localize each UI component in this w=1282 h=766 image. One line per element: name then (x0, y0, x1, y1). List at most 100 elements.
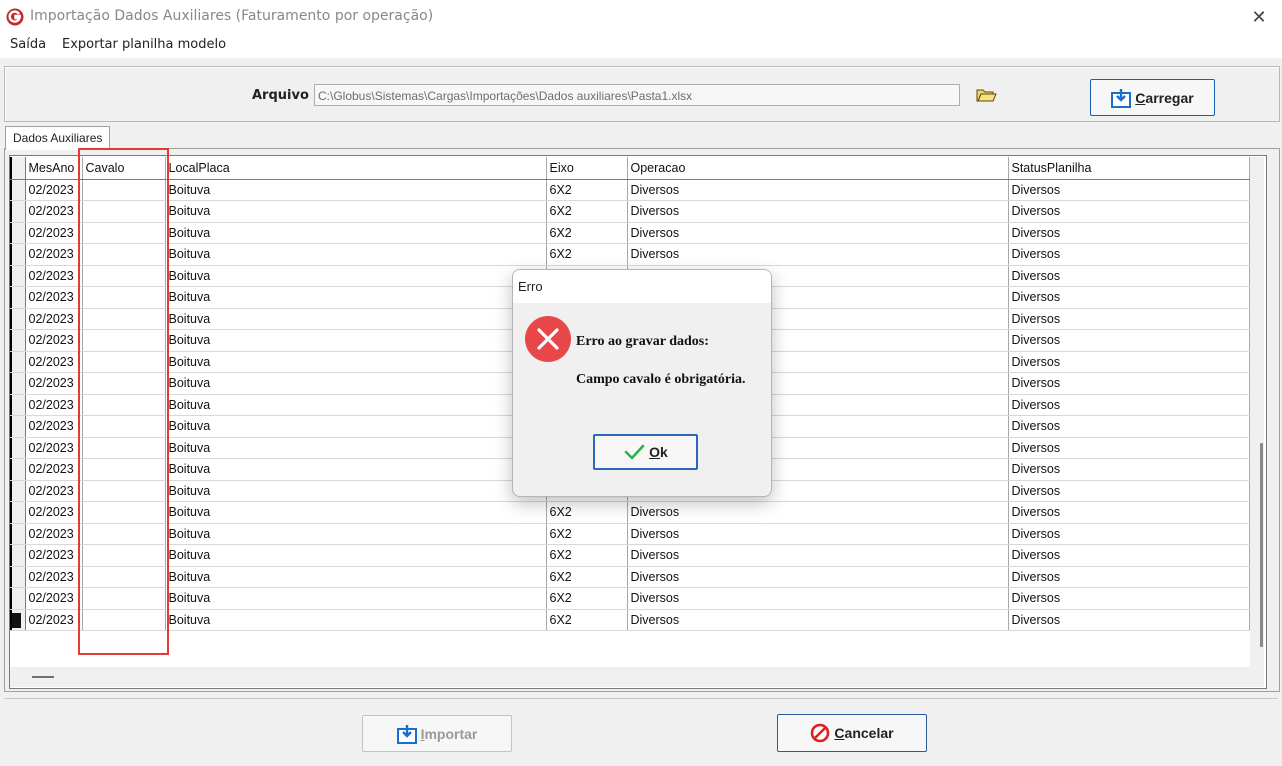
column-header-eixo[interactable]: Eixo (546, 157, 628, 180)
row-indicator[interactable] (10, 566, 26, 588)
cell-eixo[interactable]: 6X2 (546, 179, 628, 201)
cell-mesano[interactable]: 02/2023 (25, 566, 83, 588)
row-indicator[interactable] (10, 587, 26, 610)
cell-cavalo[interactable] (82, 265, 166, 287)
cell-mesano[interactable]: 02/2023 (25, 222, 83, 244)
file-path-field[interactable]: C:\Globus\Sistemas\Cargas\Importações\Da… (314, 84, 960, 106)
table-row[interactable]: 02/2023Boituva6X2DiversosDiversos (10, 200, 1250, 223)
cell-statusplanilha[interactable]: Diversos (1008, 480, 1250, 502)
cell-localplaca[interactable]: Boituva (165, 566, 547, 588)
cell-operacao[interactable]: Diversos (627, 587, 1009, 610)
table-row[interactable]: 02/2023Boituva6X2DiversosDiversos (10, 609, 1250, 631)
cancelar-button[interactable]: Cancelar (777, 714, 927, 752)
cell-statusplanilha[interactable]: Diversos (1008, 222, 1250, 244)
table-row[interactable]: 02/2023Boituva6X2DiversosDiversos (10, 587, 1250, 610)
cell-statusplanilha[interactable]: Diversos (1008, 179, 1250, 201)
cell-operacao[interactable]: Diversos (627, 523, 1009, 545)
cell-localplaca[interactable]: Boituva (165, 222, 547, 244)
cell-statusplanilha[interactable]: Diversos (1008, 523, 1250, 545)
cell-operacao[interactable]: Diversos (627, 243, 1009, 266)
cell-mesano[interactable]: 02/2023 (25, 415, 83, 438)
cell-cavalo[interactable] (82, 286, 166, 309)
cell-mesano[interactable]: 02/2023 (25, 394, 83, 416)
cell-cavalo[interactable] (82, 523, 166, 545)
column-header-statusplanilha[interactable]: StatusPlanilha (1008, 157, 1250, 180)
table-row[interactable]: 02/2023Boituva6X2DiversosDiversos (10, 566, 1250, 588)
cell-cavalo[interactable] (82, 222, 166, 244)
row-indicator[interactable] (10, 372, 26, 395)
cell-statusplanilha[interactable]: Diversos (1008, 243, 1250, 266)
row-indicator[interactable] (10, 415, 26, 438)
cell-statusplanilha[interactable]: Diversos (1008, 587, 1250, 610)
menu-item-exportar-planilha[interactable]: Exportar planilha modelo (62, 37, 226, 52)
column-header-mesano[interactable]: MesAno (25, 157, 83, 180)
column-header-cavalo[interactable]: Cavalo (82, 157, 166, 180)
cell-operacao[interactable]: Diversos (627, 501, 1009, 524)
cell-mesano[interactable]: 02/2023 (25, 308, 83, 330)
cell-mesano[interactable]: 02/2023 (25, 286, 83, 309)
carregar-button[interactable]: Carregar (1090, 79, 1215, 116)
close-button[interactable]: ✕ (1246, 4, 1272, 30)
cell-eixo[interactable]: 6X2 (546, 222, 628, 244)
cell-localplaca[interactable]: Boituva (165, 308, 547, 330)
row-indicator[interactable] (10, 329, 26, 352)
cell-eixo[interactable]: 6X2 (546, 501, 628, 524)
cell-eixo[interactable]: 6X2 (546, 566, 628, 588)
cell-statusplanilha[interactable]: Diversos (1008, 501, 1250, 524)
row-indicator[interactable] (10, 501, 26, 524)
row-indicator[interactable] (10, 394, 26, 416)
ok-button[interactable]: Ok (593, 434, 698, 470)
cell-mesano[interactable]: 02/2023 (25, 265, 83, 287)
cell-statusplanilha[interactable]: Diversos (1008, 544, 1250, 567)
cell-operacao[interactable]: Diversos (627, 200, 1009, 223)
cell-statusplanilha[interactable]: Diversos (1008, 265, 1250, 287)
cell-eixo[interactable]: 6X2 (546, 200, 628, 223)
row-indicator[interactable] (10, 480, 26, 502)
cell-mesano[interactable]: 02/2023 (25, 179, 83, 201)
cell-localplaca[interactable]: Boituva (165, 351, 547, 373)
folder-open-icon[interactable] (975, 86, 997, 104)
column-header-operacao[interactable]: Operacao (627, 157, 1009, 180)
cell-localplaca[interactable]: Boituva (165, 265, 547, 287)
cell-localplaca[interactable]: Boituva (165, 458, 547, 481)
cell-localplaca[interactable]: Boituva (165, 480, 547, 502)
row-indicator[interactable] (10, 437, 26, 459)
cell-localplaca[interactable]: Boituva (165, 372, 547, 395)
cell-eixo[interactable]: 6X2 (546, 523, 628, 545)
cell-mesano[interactable]: 02/2023 (25, 501, 83, 524)
row-indicator[interactable] (10, 200, 26, 223)
cell-statusplanilha[interactable]: Diversos (1008, 308, 1250, 330)
row-indicator[interactable] (10, 544, 26, 567)
cell-localplaca[interactable]: Boituva (165, 394, 547, 416)
row-indicator[interactable] (10, 523, 26, 545)
cell-cavalo[interactable] (82, 415, 166, 438)
table-row[interactable]: 02/2023Boituva6X2DiversosDiversos (10, 243, 1250, 266)
cell-statusplanilha[interactable]: Diversos (1008, 200, 1250, 223)
cell-mesano[interactable]: 02/2023 (25, 329, 83, 352)
cell-mesano[interactable]: 02/2023 (25, 437, 83, 459)
cell-localplaca[interactable]: Boituva (165, 501, 547, 524)
cell-localplaca[interactable]: Boituva (165, 329, 547, 352)
cell-operacao[interactable]: Diversos (627, 566, 1009, 588)
row-indicator[interactable] (10, 609, 26, 631)
importar-button[interactable]: Importar (362, 715, 512, 752)
cell-localplaca[interactable]: Boituva (165, 179, 547, 201)
cell-eixo[interactable]: 6X2 (546, 544, 628, 567)
cell-localplaca[interactable]: Boituva (165, 200, 547, 223)
row-indicator[interactable] (10, 243, 26, 266)
cell-mesano[interactable]: 02/2023 (25, 372, 83, 395)
cell-mesano[interactable]: 02/2023 (25, 480, 83, 502)
cell-operacao[interactable]: Diversos (627, 179, 1009, 201)
cell-operacao[interactable]: Diversos (627, 609, 1009, 631)
cell-eixo[interactable]: 6X2 (546, 609, 628, 631)
cell-cavalo[interactable] (82, 609, 166, 631)
cell-operacao[interactable]: Diversos (627, 222, 1009, 244)
table-row[interactable]: 02/2023Boituva6X2DiversosDiversos (10, 222, 1250, 244)
cell-statusplanilha[interactable]: Diversos (1008, 609, 1250, 631)
cell-localplaca[interactable]: Boituva (165, 415, 547, 438)
cell-cavalo[interactable] (82, 458, 166, 481)
cell-eixo[interactable]: 6X2 (546, 587, 628, 610)
cell-localplaca[interactable]: Boituva (165, 544, 547, 567)
cell-cavalo[interactable] (82, 480, 166, 502)
cell-statusplanilha[interactable]: Diversos (1008, 458, 1250, 481)
